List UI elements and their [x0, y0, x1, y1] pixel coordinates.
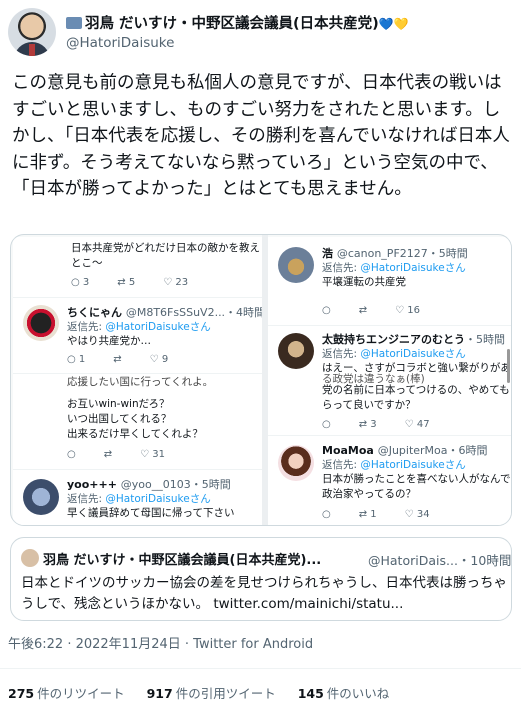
like-count-icon: ♡ 34 [404, 509, 430, 520]
attached-screenshot-image[interactable]: 日本共産党がどれだけ日本の敵かを教え とこ～ ○ 3 ⇄ 5 ♡ 23 ちくにゃん … [10, 234, 512, 526]
reply-text: とこ～ [71, 257, 103, 269]
tweet-header: 羽鳥 だいすけ・中野区議会議員(日本共産党)💙💛 @HatoriDaisuke [8, 8, 513, 58]
reply-actions: ○ 3 ⇄ 5 ♡ 23 [71, 277, 216, 288]
reply-text: 日本共産党がどれだけ日本の敵かを教え [71, 242, 260, 254]
reply-text: 日本が勝ったことを喜べない人がなんで [322, 473, 511, 485]
reply-text: らって良いですか？ [322, 399, 416, 411]
retweets-stat[interactable]: 275 件のリツイート [8, 686, 125, 701]
quoted-time: ・10時間 [457, 553, 512, 568]
reply-actions: ○ ⇄ 1 ♡ 34 [322, 509, 458, 520]
author-name-line[interactable]: 羽鳥 だいすけ・中野区議会議員(日本共産党)💙💛 [66, 12, 409, 33]
author-avatar[interactable] [8, 8, 56, 56]
reply-text: 出来るだけ早くしてくれよ？ [67, 428, 203, 440]
like-count-icon: ♡ 31 [140, 449, 166, 460]
reply-item: yoo+++ @yoo__0103・5時間 返信先: @HatoriDaisuk… [13, 471, 262, 525]
affiliation-badge-icon [66, 17, 82, 29]
divider [13, 297, 262, 298]
reply-author: yoo+++ @yoo__0103・5時間 [67, 478, 231, 491]
reply-text: 応援したい国に行ってくれよ。 [67, 376, 214, 388]
reply-actions: ○ ⇄ ♡ 16 [322, 305, 448, 316]
reply-fragment: 応援したい国に行ってくれよ。 お互いwin-winだろ？ いつ出国してくれる？ … [13, 375, 262, 463]
engagement-stats: 275 件のリツイート 917 件の引用ツイート 145 件のいいね [8, 683, 407, 702]
reply-count-icon: ○ [67, 449, 76, 460]
reply-to-line: 返信先: @HatoriDaisukeさん [67, 321, 211, 333]
divider [13, 373, 262, 374]
screenshot-left-pane: 日本共産党がどれだけ日本の敵かを教え とこ～ ○ 3 ⇄ 5 ♡ 23 ちくにゃん … [13, 237, 262, 525]
reply-text: やはり共産党か… [67, 335, 151, 347]
retweet-count-icon: ⇄ 5 [117, 277, 136, 288]
reply-actions: ○ 1 ⇄ ♡ 9 [67, 354, 196, 365]
retweet-count-icon: ⇄ [358, 305, 368, 316]
quoted-tweet[interactable]: 羽鳥 だいすけ・中野区議会議員(日本共産党)... @HatoriDais...… [10, 537, 512, 621]
quotes-stat[interactable]: 917 件の引用ツイート [147, 686, 276, 701]
reply-avatar [278, 247, 314, 283]
likes-stat[interactable]: 145 件のいいね [298, 686, 390, 701]
reply-author: MoaMoa @JupiterMoa・6時間 [322, 444, 488, 457]
author-name[interactable]: 羽鳥 だいすけ・中野区議会議員(日本共産党) [85, 16, 379, 32]
quoted-author-handle: @HatoriDais...・10時間 [368, 553, 512, 568]
reply-avatar [278, 333, 314, 369]
reply-text: いつ出国してくれる？ [67, 413, 172, 425]
retweet-count-icon: ⇄ 3 [358, 419, 377, 430]
reply-actions: ○ ⇄ 3 ♡ 47 [322, 419, 458, 430]
reply-text: お互いwin-winだろ？ [67, 398, 170, 410]
reply-fragment-top: 日本共産党がどれだけ日本の敵かを教え とこ～ ○ 3 ⇄ 5 ♡ 23 [13, 237, 262, 293]
divider [268, 325, 511, 326]
like-count-icon: ♡ 23 [163, 277, 189, 288]
reply-author: 浩 @canon_PF2127・5時間 [322, 247, 468, 260]
reply-to-line: 返信先: @HatoriDaisukeさん [67, 493, 211, 505]
reply-author: 太鼓持ちエンジニアのむとう・5時間 [322, 333, 505, 346]
reply-item: ちくにゃん @M8T6FsSSuV2...・4時間 返信先: @HatoriDa… [13, 299, 262, 371]
reply-author: ちくにゃん @M8T6FsSSuV2...・4時間 [67, 306, 262, 319]
reply-item: MoaMoa @JupiterMoa・6時間 返信先: @HatoriDaisu… [268, 437, 511, 525]
reply-count-icon: ○ 1 [67, 354, 86, 365]
like-count-icon: ♡ 47 [404, 419, 430, 430]
divider [13, 469, 262, 470]
reply-to-line: 返信先: @HatoriDaisukeさん [322, 348, 466, 360]
reply-text: 早く議員辞めて母国に帰って下さい [67, 507, 235, 519]
divider [0, 668, 521, 669]
retweet-count-icon: ⇄ [113, 354, 122, 365]
reply-text: 政治家やってるの？ [322, 488, 416, 500]
reply-avatar [23, 479, 59, 515]
quoted-author-name: 羽鳥 だいすけ・中野区議会議員(日本共産党)... [43, 553, 322, 568]
reply-text: 党の名前に日本ってつけるの、やめてもら [322, 384, 511, 396]
screenshot-right-pane: 浩 @canon_PF2127・5時間 返信先: @HatoriDaisukeさ… [268, 237, 511, 525]
reply-count-icon: ○ [322, 419, 331, 430]
retweet-count-icon: ⇄ [103, 449, 113, 460]
tweet-text: この意見も前の意見も私個人の意見ですが、日本代表の戦いはすごいと思いますし、もの… [12, 73, 510, 199]
avatar-tie [29, 44, 35, 56]
like-count-icon: ♡ 16 [395, 305, 421, 316]
like-count-icon: ♡ 9 [149, 354, 169, 365]
heart-emoji-icons: 💙💛 [378, 17, 409, 31]
retweet-count-icon: ⇄ 1 [358, 509, 377, 520]
scrollbar [507, 349, 510, 383]
reply-count-icon: ○ [322, 509, 331, 520]
author-handle[interactable]: @HatoriDaisuke [66, 35, 174, 51]
quoted-text: 日本とドイツのサッカー協会の差を見せつけられちゃうし、日本代表は勝っちゃうしで、… [21, 575, 507, 612]
reply-actions: ○ ⇄ ♡ 31 [67, 449, 193, 460]
reply-item: 浩 @canon_PF2127・5時間 返信先: @HatoriDaisukeさ… [268, 237, 511, 325]
reply-count-icon: ○ 3 [71, 277, 90, 288]
divider [268, 435, 511, 436]
reply-to-line: 返信先: @HatoriDaisukeさん [322, 459, 466, 471]
tweet-timestamp[interactable]: 午後6:22 · 2022年11月24日 · Twitter for Andro… [8, 633, 313, 652]
reply-avatar [278, 445, 314, 481]
reply-item: 太鼓持ちエンジニアのむとう・5時間 返信先: @HatoriDaisukeさん … [268, 327, 511, 433]
reply-avatar [23, 305, 59, 341]
reply-to-line: 返信先: @HatoriDaisukeさん [322, 262, 466, 274]
reply-text: 平壌運転の共産党 [322, 276, 406, 288]
reply-count-icon: ○ [322, 305, 331, 316]
quoted-author-avatar [21, 549, 39, 567]
